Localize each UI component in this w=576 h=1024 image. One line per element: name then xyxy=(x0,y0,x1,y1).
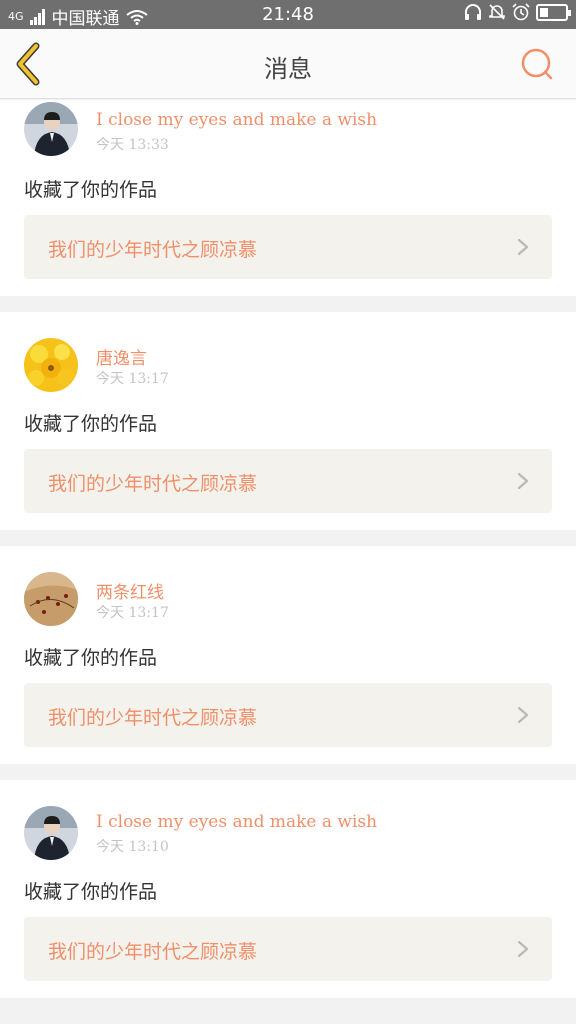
timestamp: 今天 13:17 xyxy=(96,605,169,621)
status-right xyxy=(464,3,571,21)
alarm-icon xyxy=(512,3,530,21)
work-link[interactable]: 我们的少年时代之顾凉慕 xyxy=(24,449,552,513)
status-bar: 4G 中国联通 21:48 xyxy=(0,0,576,29)
notification-item[interactable]: 两条红线 今天 13:17 收藏了你的作品 我们的少年时代之顾凉慕 xyxy=(0,546,576,764)
search-icon[interactable] xyxy=(520,47,554,81)
chevron-right-icon xyxy=(517,238,529,256)
notification-item[interactable]: 唐逸言 今天 13:17 收藏了你的作品 我们的少年时代之顾凉慕 xyxy=(0,312,576,530)
timestamp: 今天 13:10 xyxy=(96,839,169,855)
work-title: 我们的少年时代之顾凉慕 xyxy=(48,473,258,495)
work-title: 我们的少年时代之顾凉慕 xyxy=(48,941,258,963)
avatar[interactable] xyxy=(24,572,78,626)
battery-icon xyxy=(536,3,571,21)
action-text: 收藏了你的作品 xyxy=(24,647,158,669)
work-link[interactable]: 我们的少年时代之顾凉慕 xyxy=(24,683,552,747)
action-text: 收藏了你的作品 xyxy=(24,179,158,201)
notification-item[interactable]: I close my eyes and make a wish 今天 13:10… xyxy=(0,780,576,998)
username[interactable]: 两条红线 xyxy=(96,578,164,603)
work-link[interactable]: 我们的少年时代之顾凉慕 xyxy=(24,215,552,279)
headphones-icon xyxy=(465,4,481,20)
chevron-right-icon xyxy=(517,706,529,724)
work-title: 我们的少年时代之顾凉慕 xyxy=(48,707,258,729)
username[interactable]: I close my eyes and make a wish xyxy=(96,110,377,130)
action-text: 收藏了你的作品 xyxy=(24,413,158,435)
avatar[interactable] xyxy=(24,102,78,156)
bell-off-icon xyxy=(489,4,505,20)
action-text: 收藏了你的作品 xyxy=(24,881,158,903)
work-title: 我们的少年时代之顾凉慕 xyxy=(48,239,258,261)
chevron-right-icon xyxy=(517,940,529,958)
avatar[interactable] xyxy=(24,338,78,392)
page-title: 消息 xyxy=(264,55,312,83)
timestamp: 今天 13:33 xyxy=(96,137,169,153)
work-link[interactable]: 我们的少年时代之顾凉慕 xyxy=(24,917,552,981)
nav-bar: 消息 xyxy=(0,29,576,99)
chevron-right-icon xyxy=(517,472,529,490)
timestamp: 今天 13:17 xyxy=(96,371,169,387)
username[interactable]: 唐逸言 xyxy=(96,344,147,369)
notification-item[interactable]: I close my eyes and make a wish 今天 13:33… xyxy=(0,100,576,296)
avatar[interactable] xyxy=(24,806,78,860)
username[interactable]: I close my eyes and make a wish xyxy=(96,812,377,832)
